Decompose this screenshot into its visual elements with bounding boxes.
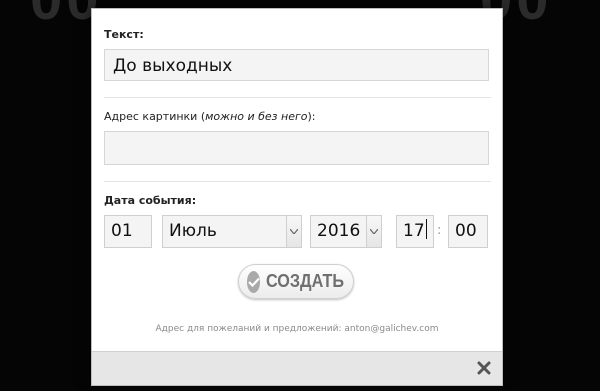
text-label: Текст: — [104, 28, 144, 41]
text-cursor — [425, 219, 427, 239]
hour-input[interactable]: 17 — [396, 215, 434, 248]
close-button[interactable] — [474, 358, 494, 378]
chevron-down-icon[interactable] — [286, 216, 301, 247]
divider — [104, 97, 491, 98]
chevron-down-icon[interactable] — [366, 216, 381, 247]
month-value: Июль — [169, 221, 217, 241]
create-button[interactable]: СОЗДАТЬ — [238, 264, 354, 299]
hour-value: 17 — [403, 221, 425, 241]
year-select[interactable]: 2016 — [310, 215, 382, 248]
date-label: Дата события: — [104, 194, 197, 207]
text-section: Текст: — [104, 28, 491, 41]
month-select[interactable]: Июль — [162, 215, 302, 248]
image-url-input[interactable] — [104, 131, 489, 165]
minute-input[interactable]: 00 — [448, 215, 488, 248]
day-input[interactable]: 01 — [104, 215, 152, 248]
text-input[interactable]: До выходных — [104, 49, 489, 81]
time-separator: : — [437, 223, 442, 238]
close-icon — [477, 361, 491, 375]
feedback-text: Адрес для пожеланий и предложений: anton… — [155, 324, 439, 334]
check-icon — [247, 270, 261, 293]
date-section: Дата события: — [104, 194, 491, 207]
dialog-footer-bar — [92, 351, 502, 385]
divider — [104, 181, 491, 182]
year-value: 2016 — [317, 221, 361, 241]
create-button-label: СОЗДАТЬ — [266, 271, 345, 291]
image-label: Адрес картинки (можно и без него): — [104, 110, 316, 123]
create-event-dialog: Текст: До выходных Адрес картинки (можно… — [91, 8, 503, 386]
image-section: Адрес картинки (можно и без него): — [104, 110, 491, 123]
